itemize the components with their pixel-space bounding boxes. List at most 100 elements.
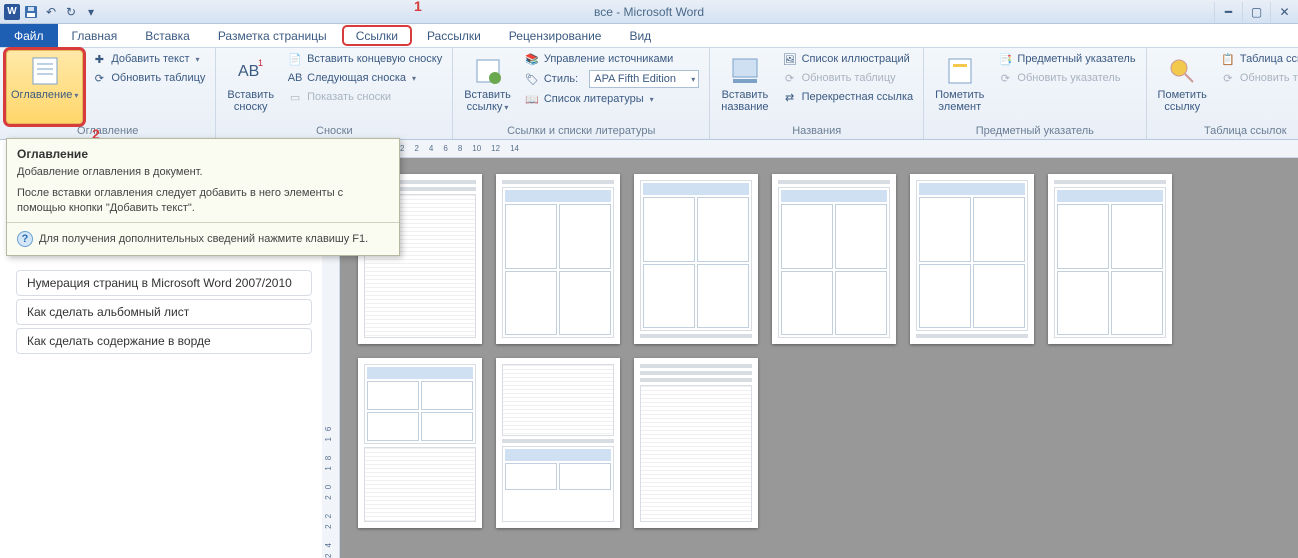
insert-index-button[interactable]: 📑Предметный указатель — [993, 50, 1139, 68]
mark-entry-label: Пометить элемент — [935, 89, 984, 113]
update-toc-button[interactable]: ⟳Обновить таблицу — [87, 69, 209, 87]
insert-footnote-button[interactable]: AB1 Вставить сноску — [222, 50, 279, 124]
index-icon: 📑 — [997, 51, 1013, 67]
group-index: Пометить элемент 📑Предметный указатель ⟳… — [924, 48, 1146, 139]
redo-icon[interactable]: ↻ — [62, 3, 80, 21]
mark-citation-button[interactable]: Пометить ссылку — [1153, 50, 1212, 124]
maximize-button[interactable]: ▢ — [1242, 2, 1270, 22]
next-icon: AB — [287, 70, 303, 86]
tab-insert[interactable]: Вставка — [131, 24, 204, 47]
update-icon: ⟳ — [91, 70, 107, 86]
update-icon: ⟳ — [997, 70, 1013, 86]
endnote-icon: 📄 — [287, 51, 303, 67]
citation-style: 🏷Стиль: APA Fifth Edition — [520, 69, 703, 89]
horizontal-ruler[interactable]: 22468101214 — [340, 140, 1298, 158]
insert-citation-label: Вставить ссылку — [464, 89, 511, 113]
tab-home[interactable]: Главная — [58, 24, 132, 47]
table-of-figures-button[interactable]: 🖼Список иллюстраций — [778, 50, 918, 68]
figures-icon: 🖼 — [782, 51, 798, 67]
add-text-icon: ✚ — [91, 51, 107, 67]
update-toa-button[interactable]: ⟳Обновить таблицу — [1216, 69, 1298, 87]
quick-access-toolbar: W ↶ ↻ ▾ — [0, 3, 100, 21]
window-controls: ━ ▢ ✕ — [1214, 2, 1298, 22]
annotation-1: 1 — [414, 0, 422, 14]
toc-label: Оглавление — [11, 89, 78, 101]
style-combo[interactable]: APA Fifth Edition — [589, 70, 699, 88]
insert-toa-button[interactable]: 📋Таблица ссылок — [1216, 50, 1298, 68]
group-citations: Вставить ссылку 📚Управление источниками … — [453, 48, 710, 139]
update-icon: ⟳ — [1220, 70, 1236, 86]
tooltip-title: Оглавление — [17, 147, 389, 161]
toc-tooltip: Оглавление Добавление оглавления в докум… — [6, 138, 400, 256]
tab-layout[interactable]: Разметка страницы — [204, 24, 341, 47]
qat-more-icon[interactable]: ▾ — [82, 3, 100, 21]
tab-references[interactable]: Ссылки — [342, 25, 412, 46]
group-footnotes-label: Сноски — [222, 124, 446, 139]
insert-caption-label: Вставить название — [721, 89, 768, 113]
group-toc-label: Оглавление — [6, 124, 209, 139]
next-footnote-button[interactable]: ABСледующая сноска — [283, 69, 446, 87]
toa-icon: 📋 — [1220, 51, 1236, 67]
page-thumb[interactable] — [634, 358, 758, 528]
update-figures-button[interactable]: ⟳Обновить таблицу — [778, 69, 918, 87]
mark-entry-icon — [944, 55, 976, 87]
manage-sources-button[interactable]: 📚Управление источниками — [520, 50, 703, 68]
page-thumbnails — [358, 174, 1280, 528]
insert-citation-button[interactable]: Вставить ссылку — [459, 50, 516, 124]
xref-icon: ⇄ — [782, 89, 798, 105]
help-icon: ? — [17, 231, 33, 247]
group-citations-label: Ссылки и списки литературы — [459, 124, 703, 139]
add-text-button[interactable]: ✚Добавить текст — [87, 50, 209, 68]
page-canvas[interactable] — [340, 158, 1298, 558]
mark-citation-icon — [1166, 55, 1198, 87]
tab-file[interactable]: Файл — [0, 24, 58, 47]
undo-icon[interactable]: ↶ — [42, 3, 60, 21]
caption-icon — [729, 55, 761, 87]
insert-footnote-label: Вставить сноску — [227, 89, 274, 113]
update-index-button[interactable]: ⟳Обновить указатель — [993, 69, 1139, 87]
page-thumb[interactable] — [772, 174, 896, 344]
mark-citation-label: Пометить ссылку — [1158, 89, 1207, 113]
group-captions-label: Названия — [716, 124, 917, 139]
page-thumb[interactable] — [1048, 174, 1172, 344]
page-thumb[interactable] — [496, 358, 620, 528]
ribbon: Оглавление ✚Добавить текст ⟳Обновить таб… — [0, 48, 1298, 140]
ribbon-tabs: Файл Главная Вставка Разметка страницы С… — [0, 24, 1298, 48]
insert-caption-button[interactable]: Вставить название — [716, 50, 773, 124]
toc-icon — [29, 55, 61, 87]
tab-review[interactable]: Рецензирование — [495, 24, 616, 47]
tooltip-p1: Добавление оглавления в документ. — [17, 165, 389, 180]
group-captions: Вставить название 🖼Список иллюстраций ⟳О… — [710, 48, 924, 139]
cross-reference-button[interactable]: ⇄Перекрестная ссылка — [778, 88, 918, 106]
link-item[interactable]: Как сделать альбомный лист — [16, 299, 312, 325]
word-icon: W — [4, 4, 20, 20]
window-title: все - Microsoft Word — [594, 5, 704, 19]
insert-endnote-button[interactable]: 📄Вставить концевую сноску — [283, 50, 446, 68]
save-icon[interactable] — [22, 3, 40, 21]
page-thumb[interactable] — [496, 174, 620, 344]
document-area: 22468101214 24 22 20 18 16 — [322, 140, 1298, 558]
close-button[interactable]: ✕ — [1270, 2, 1298, 22]
biblio-icon: 📖 — [524, 91, 540, 107]
toc-button[interactable]: Оглавление — [6, 50, 83, 124]
page-thumb[interactable] — [634, 174, 758, 344]
tab-mailings[interactable]: Рассылки — [413, 24, 495, 47]
tab-view[interactable]: Вид — [615, 24, 665, 47]
page-thumb[interactable] — [358, 358, 482, 528]
manage-icon: 📚 — [524, 51, 540, 67]
svg-text:1: 1 — [258, 58, 263, 68]
page-thumb[interactable] — [910, 174, 1034, 344]
tooltip-p2: После вставки оглавления следует добавит… — [17, 186, 389, 216]
group-toa-label: Таблица ссылок — [1153, 124, 1298, 139]
link-item[interactable]: Нумерация страниц в Microsoft Word 2007/… — [16, 270, 312, 296]
footnote-icon: AB1 — [235, 55, 267, 87]
related-links: Нумерация страниц в Microsoft Word 2007/… — [16, 270, 312, 354]
bibliography-button[interactable]: 📖Список литературы — [520, 90, 703, 108]
show-footnotes-button[interactable]: ▭Показать сноски — [283, 88, 446, 106]
mark-entry-button[interactable]: Пометить элемент — [930, 50, 989, 124]
minimize-button[interactable]: ━ — [1214, 2, 1242, 22]
show-icon: ▭ — [287, 89, 303, 105]
link-item[interactable]: Как сделать содержание в ворде — [16, 328, 312, 354]
update-icon: ⟳ — [782, 70, 798, 86]
tooltip-help: ? Для получения дополнительных сведений … — [17, 227, 389, 247]
